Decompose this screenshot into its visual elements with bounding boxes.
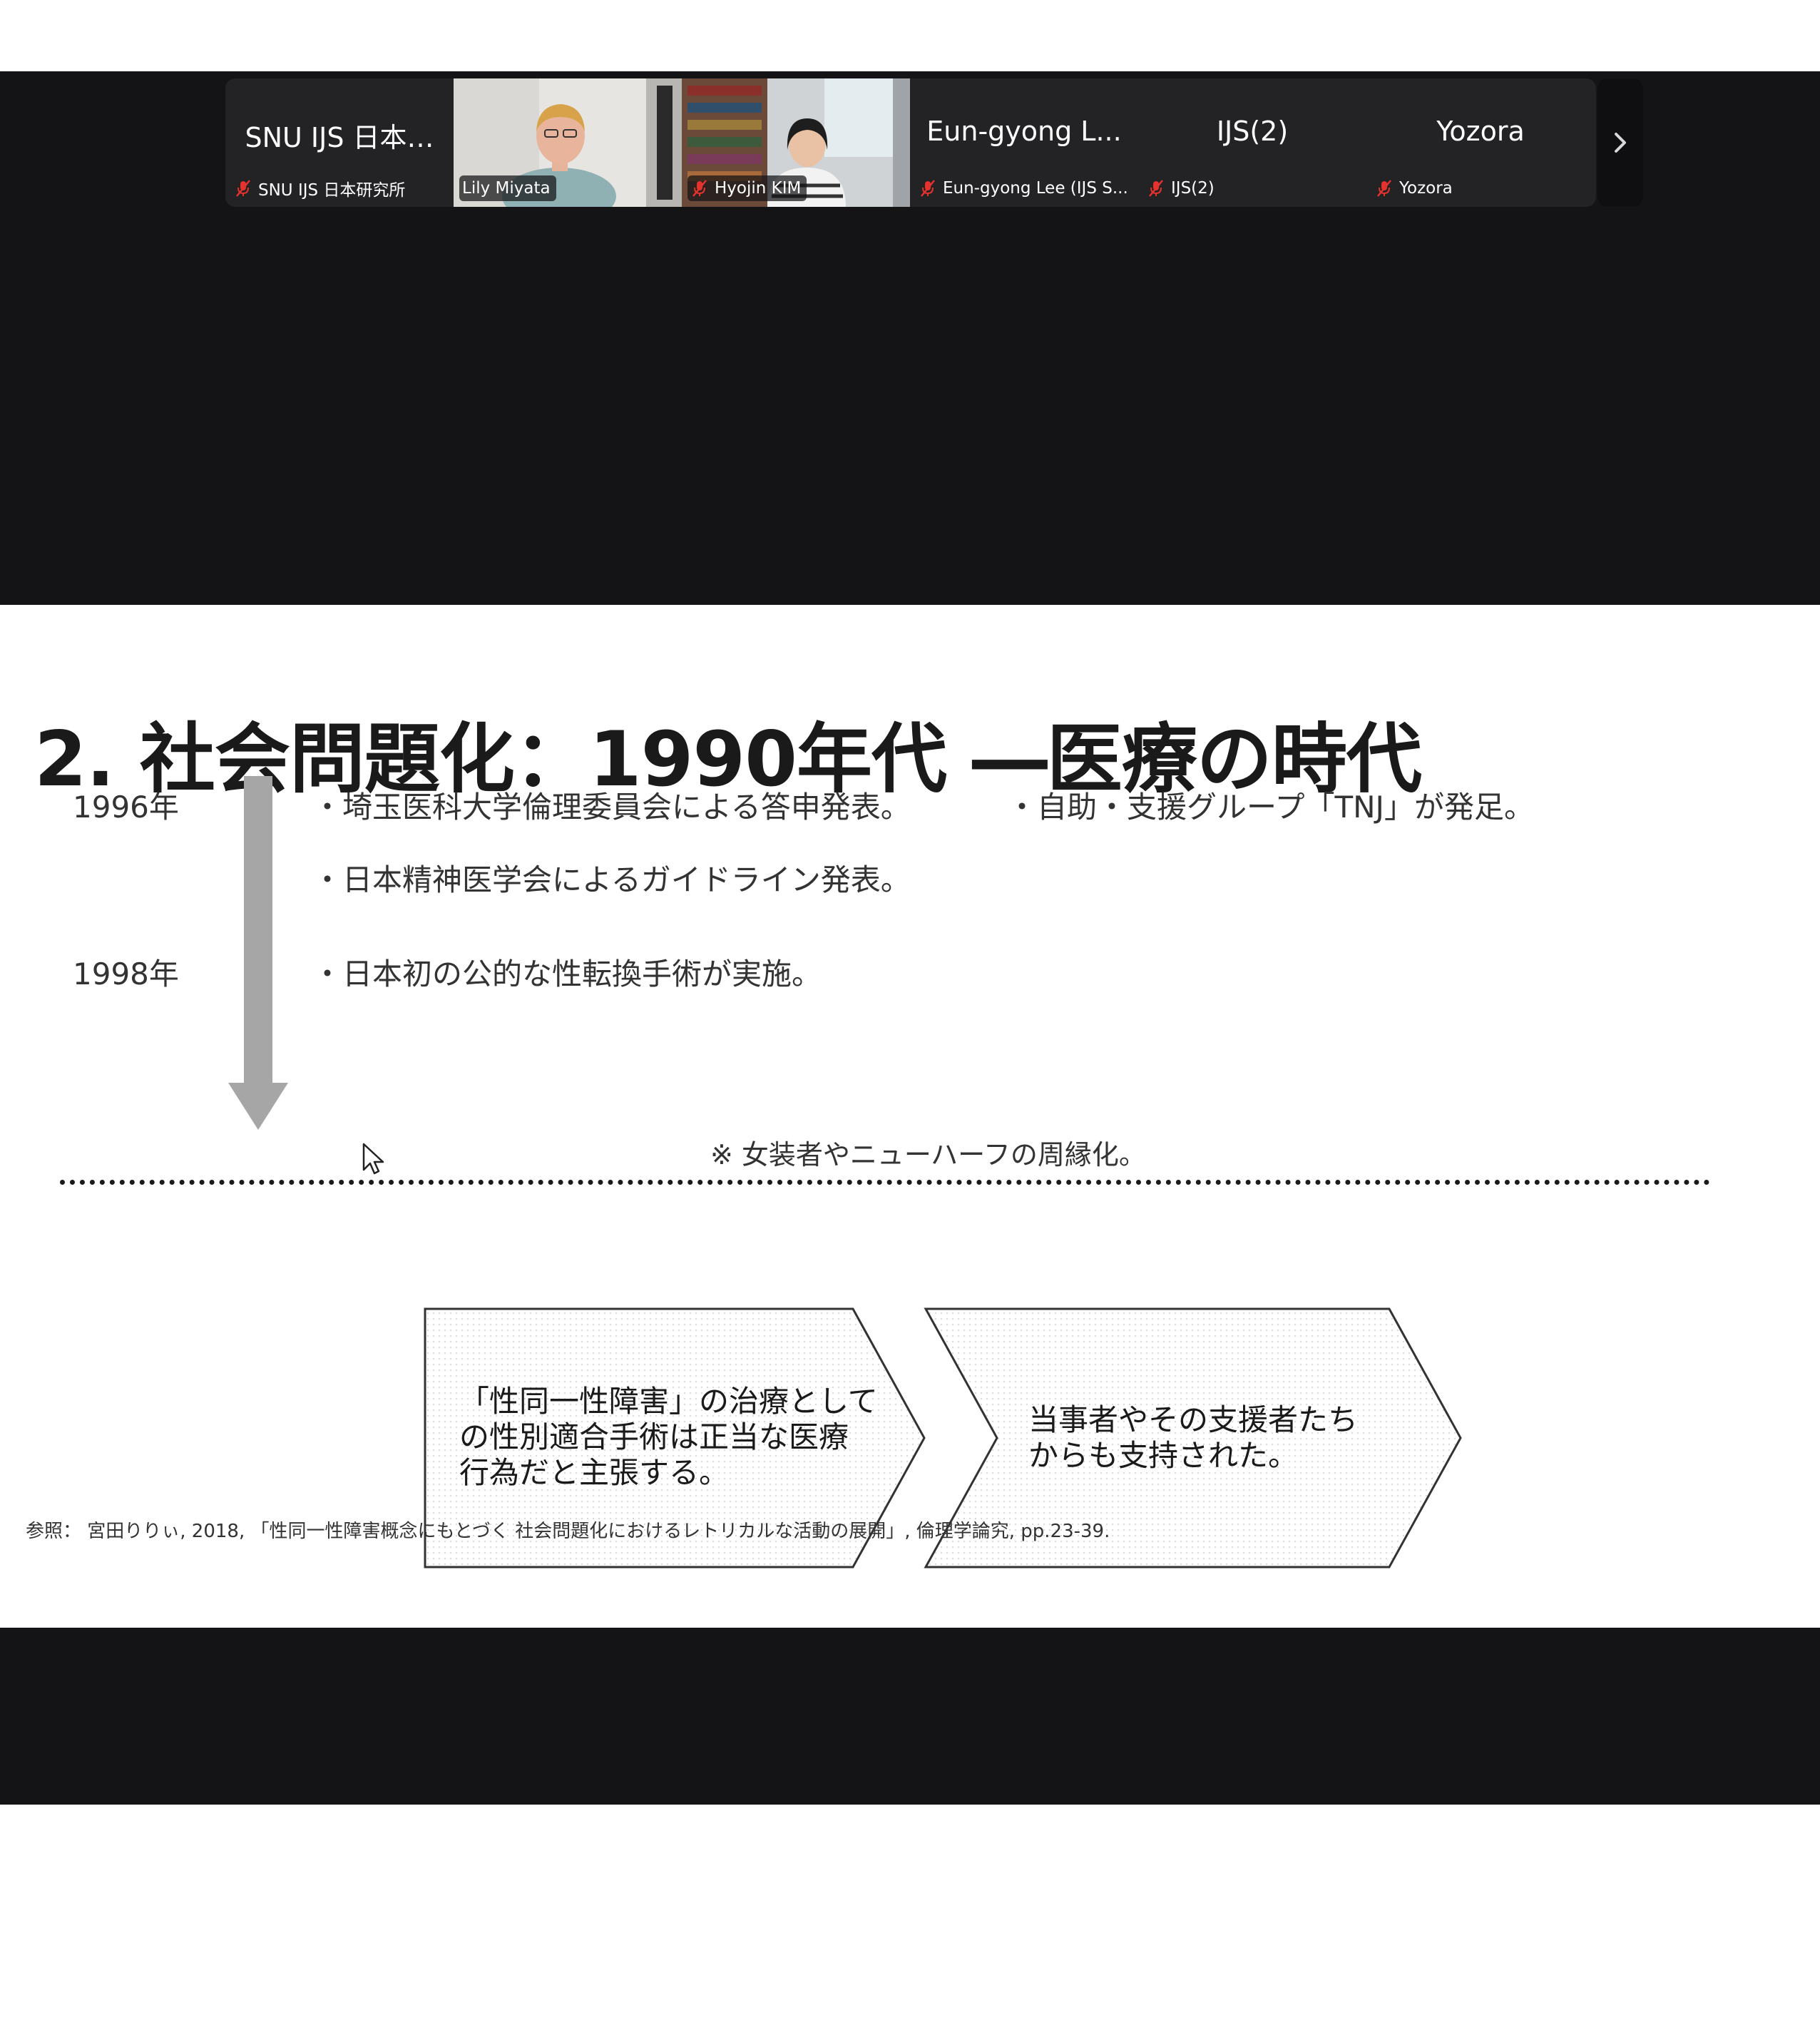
participant-name-label: IJS(2) — [1144, 175, 1220, 201]
muted-mic-icon — [921, 180, 935, 197]
participant-name-label: Yozora — [1372, 175, 1458, 201]
participant-tile-snu-ijs[interactable]: SNU IJS 日本… SNU IJS 日本研究所 — [225, 78, 454, 207]
slide-reference: 参照： 宮田りりぃ, 2018, 「性同一性障害概念にもとづく 社会問題化におけ… — [26, 1521, 1110, 1542]
participant-name: Lily Miyata — [462, 179, 551, 198]
slide-note: ※ 女装者やニューハーフの周縁化。 — [710, 1139, 1146, 1170]
participant-display-name: SNU IJS 日本… — [245, 122, 434, 153]
muted-mic-icon — [692, 180, 707, 197]
participant-name-label: Hyojin KIM — [687, 175, 807, 201]
chevron-2-line: からも支持された。 — [1028, 1438, 1299, 1473]
participant-tile-yozora[interactable]: Yozora Yozora — [1366, 78, 1595, 207]
muted-mic-icon — [236, 180, 250, 197]
timeline-item: ・埼玉医科大学倫理委員会による答申発表。 — [312, 790, 911, 825]
participant-name-label: Lily Miyata — [459, 175, 556, 201]
timeline-item: ・日本初の公的な性転換手術が実施。 — [312, 957, 822, 991]
chevron-2-line: 当事者やその支援者たち — [1028, 1402, 1359, 1437]
participant-name-label: Eun-gyong Lee (IJS S... — [916, 175, 1134, 201]
participant-name: Yozora — [1399, 179, 1453, 198]
participant-name: IJS(2) — [1171, 179, 1215, 198]
participant-name-label: SNU IJS 日本研究所 — [231, 175, 411, 201]
participant-display-name: Eun-gyong L... — [926, 116, 1122, 147]
participant-display-name: Yozora — [1436, 116, 1525, 147]
year-1996: 1996年 — [73, 790, 179, 825]
timeline-item: ・日本精神医学会によるガイドライン発表。 — [312, 862, 911, 897]
timeline-arrow — [228, 776, 288, 1130]
participant-display-name: IJS(2) — [1216, 116, 1289, 147]
dotted-divider — [60, 1180, 1710, 1185]
participant-strip: SNU IJS 日本… SNU IJS 日本研究所 Lily Miyata Hy… — [225, 78, 1596, 207]
timeline-item: ・自助・支援グループ「TNJ」が発足。 — [1007, 790, 1534, 825]
participant-tile-lily-miyata[interactable]: Lily Miyata — [454, 78, 682, 207]
participant-name: Hyojin KIM — [715, 179, 802, 198]
participant-name: SNU IJS 日本研究所 — [258, 181, 406, 200]
participant-tile-ijs-2[interactable]: IJS(2) IJS(2) — [1138, 78, 1366, 207]
participant-name: Eun-gyong Lee (IJS S... — [943, 179, 1128, 198]
chevron-right-icon — [1615, 133, 1626, 153]
chevron-1-line: 行為だと主張する。 — [459, 1455, 730, 1490]
next-participants-button[interactable] — [1597, 78, 1643, 207]
muted-mic-icon — [1377, 180, 1391, 197]
participant-tile-hyojin-kim[interactable]: Hyojin KIM — [682, 78, 910, 207]
chevron-1-text: 「性同一性障害」の治療として の性別適合手術は正当な医療 行為だと主張する。 — [459, 1384, 878, 1491]
shared-slide: 2. 社会問題化：1990年代 ―医療の時代 1996年 1998年 ・埼玉医科… — [0, 605, 1820, 1628]
chevron-2-text: 当事者やその支援者たち からも支持された。 — [1028, 1402, 1358, 1474]
zoom-meeting-window: SNU IJS 日本… SNU IJS 日本研究所 Lily Miyata Hy… — [0, 71, 1820, 1805]
participant-tile-eun-gyong-lee[interactable]: Eun-gyong L... Eun-gyong Lee (IJS S... — [910, 78, 1138, 207]
mouse-cursor-icon — [362, 1143, 384, 1175]
year-1998: 1998年 — [73, 957, 179, 991]
chevron-1-line: 「性同一性障害」の治療として — [459, 1384, 878, 1419]
chevron-1-line: の性別適合手術は正当な医療 — [459, 1419, 849, 1454]
muted-mic-icon — [1149, 180, 1163, 197]
